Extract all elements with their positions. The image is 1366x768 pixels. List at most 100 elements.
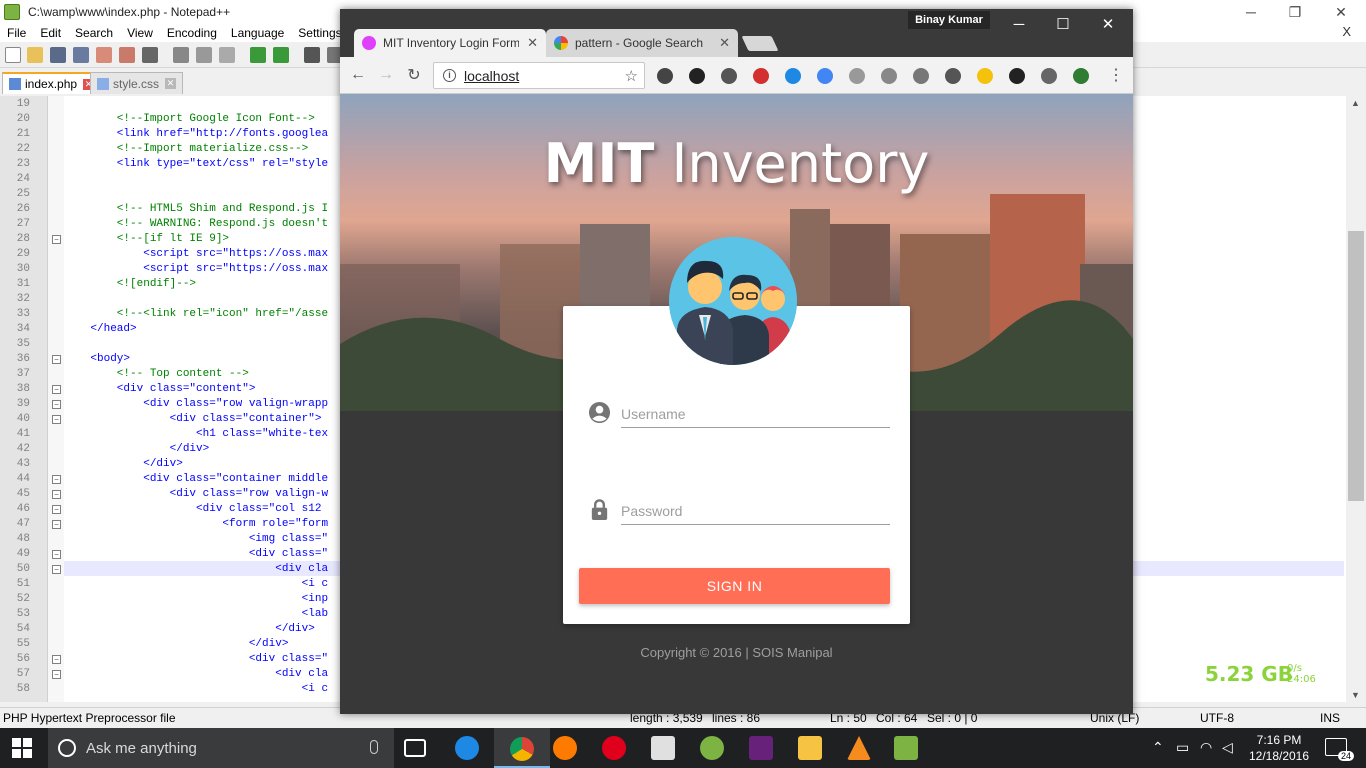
tab-close-icon[interactable]: ✕ [527,35,538,51]
volume-icon[interactable]: ◁ [1222,739,1233,756]
color-wheel-icon[interactable] [689,68,705,84]
username-field[interactable]: Username [621,398,890,428]
battery-icon[interactable]: ▭ [1176,739,1189,756]
download-icon[interactable] [1073,68,1089,84]
menu-view[interactable]: View [120,26,160,40]
tab-google-search[interactable]: pattern - Google Search ✕ [546,29,738,57]
gear-icon[interactable] [721,68,737,84]
cut-icon[interactable] [173,47,189,63]
vlc-icon[interactable] [847,736,871,760]
menu-file[interactable]: File [0,26,33,40]
paste-icon[interactable] [219,47,235,63]
fold-toggle-icon[interactable]: − [52,475,61,484]
menu-encoding[interactable]: Encoding [160,26,224,40]
cloud-icon[interactable] [849,68,865,84]
tab-close-icon[interactable]: ✕ [719,35,730,51]
feather-icon[interactable] [881,68,897,84]
fold-toggle-icon[interactable]: − [52,400,61,409]
fold-toggle-icon[interactable]: − [52,235,61,244]
drive-icon[interactable] [785,68,801,84]
menu-search[interactable]: Search [68,26,120,40]
info-icon[interactable]: i [443,69,456,82]
minimize-icon[interactable]: ─ [1003,13,1035,35]
close-icon[interactable]: ✕ [1318,0,1364,24]
system-clock[interactable]: 7:16 PM 12/18/2016 [1245,732,1313,764]
chrome-toolbar: ← → ↻ i localhost ☆ ⋮ [340,57,1133,94]
visual-studio-icon[interactable] [749,736,773,760]
action-center-icon[interactable]: 24 [1325,738,1354,761]
tray-chevron-icon[interactable]: ⌃ [1152,739,1164,756]
incognito-icon[interactable] [657,68,673,84]
menu-language[interactable]: Language [224,26,291,40]
speed-icon[interactable] [945,68,961,84]
sign-in-button[interactable]: SIGN IN [579,568,890,604]
android-studio-icon[interactable] [700,736,724,760]
firefox-icon[interactable] [553,736,577,760]
scroll-up-icon[interactable]: ▲ [1351,98,1360,108]
new-file-icon[interactable] [5,47,21,63]
undo-icon[interactable] [250,47,266,63]
bulb-icon[interactable] [913,68,929,84]
fold-toggle-icon[interactable]: − [52,415,61,424]
fold-toggle-icon[interactable]: − [52,355,61,364]
find-icon[interactable] [304,47,320,63]
maximize-icon[interactable]: ☐ [1047,13,1079,35]
idea-icon[interactable] [977,68,993,84]
bookmark-star-icon[interactable]: ☆ [625,67,638,85]
close-file-icon[interactable] [96,47,112,63]
new-tab-button[interactable] [741,36,779,51]
menu-edit[interactable]: Edit [33,26,68,40]
task-view-icon[interactable] [404,739,426,757]
pacman-icon[interactable] [1009,68,1025,84]
reload-icon[interactable]: ↻ [404,65,424,85]
scroll-thumb[interactable] [1348,231,1364,501]
scroll-down-icon[interactable]: ▼ [1351,690,1360,700]
chrome-taskbar-item[interactable] [494,728,550,768]
fold-toggle-icon[interactable]: − [52,550,61,559]
close-icon[interactable]: ✕ [1092,13,1124,35]
back-icon[interactable]: ← [348,65,368,85]
film-icon[interactable] [1041,68,1057,84]
tab-style-css[interactable]: style.css ✕ [90,72,184,94]
tab-index-php[interactable]: index.php ✕ [2,72,102,94]
password-field[interactable]: Password [621,495,890,525]
restore-icon[interactable]: ❐ [1272,0,1318,24]
tab-close-icon[interactable]: ✕ [165,78,177,89]
microphone-icon[interactable] [370,740,378,754]
edge-icon[interactable] [455,736,479,760]
forward-icon[interactable]: → [376,65,396,85]
opera-icon[interactable] [602,736,626,760]
cortana-search-box[interactable]: Ask me anything [48,728,394,768]
chrome-menu-icon[interactable]: ⋮ [1108,65,1124,85]
save-all-icon[interactable] [73,47,89,63]
open-file-icon[interactable] [27,47,43,63]
file-explorer-icon[interactable] [798,736,822,760]
print-icon[interactable] [142,47,158,63]
tab-mit-inventory[interactable]: MIT Inventory Login Form ✕ [354,29,546,57]
redo-icon[interactable] [273,47,289,63]
fold-toggle-icon[interactable]: − [52,505,61,514]
fold-toggle-icon[interactable]: − [52,670,61,679]
line-number: 33 [16,308,30,320]
windows-start-icon[interactable] [12,738,32,758]
copy-icon[interactable] [196,47,212,63]
close-doc-icon[interactable]: X [1335,24,1358,39]
vertical-scrollbar[interactable]: ▲ ▼ [1346,96,1366,702]
translate-icon[interactable] [817,68,833,84]
minimize-icon[interactable]: ─ [1228,0,1274,24]
notepadpp-taskbar-icon[interactable] [894,736,918,760]
adblock-icon[interactable] [753,68,769,84]
line-number: 29 [16,248,30,260]
line-number-gutter: 19 20 21 22 23 24 25 26 27 28 29 30 31 32 33 34 35 36 37 38… [0,96,48,702]
save-icon[interactable] [50,47,66,63]
close-all-icon[interactable] [119,47,135,63]
fold-toggle-icon[interactable]: − [52,490,61,499]
fold-toggle-icon[interactable]: − [52,385,61,394]
address-bar[interactable]: i localhost ☆ [433,62,645,89]
fold-toggle-icon[interactable]: − [52,565,61,574]
fold-toggle-icon[interactable]: − [52,520,61,529]
store-icon[interactable] [651,736,675,760]
wifi-icon[interactable]: ◠ [1200,739,1212,756]
fold-toggle-icon[interactable]: − [52,655,61,664]
profile-badge[interactable]: Binay Kumar [908,11,990,29]
